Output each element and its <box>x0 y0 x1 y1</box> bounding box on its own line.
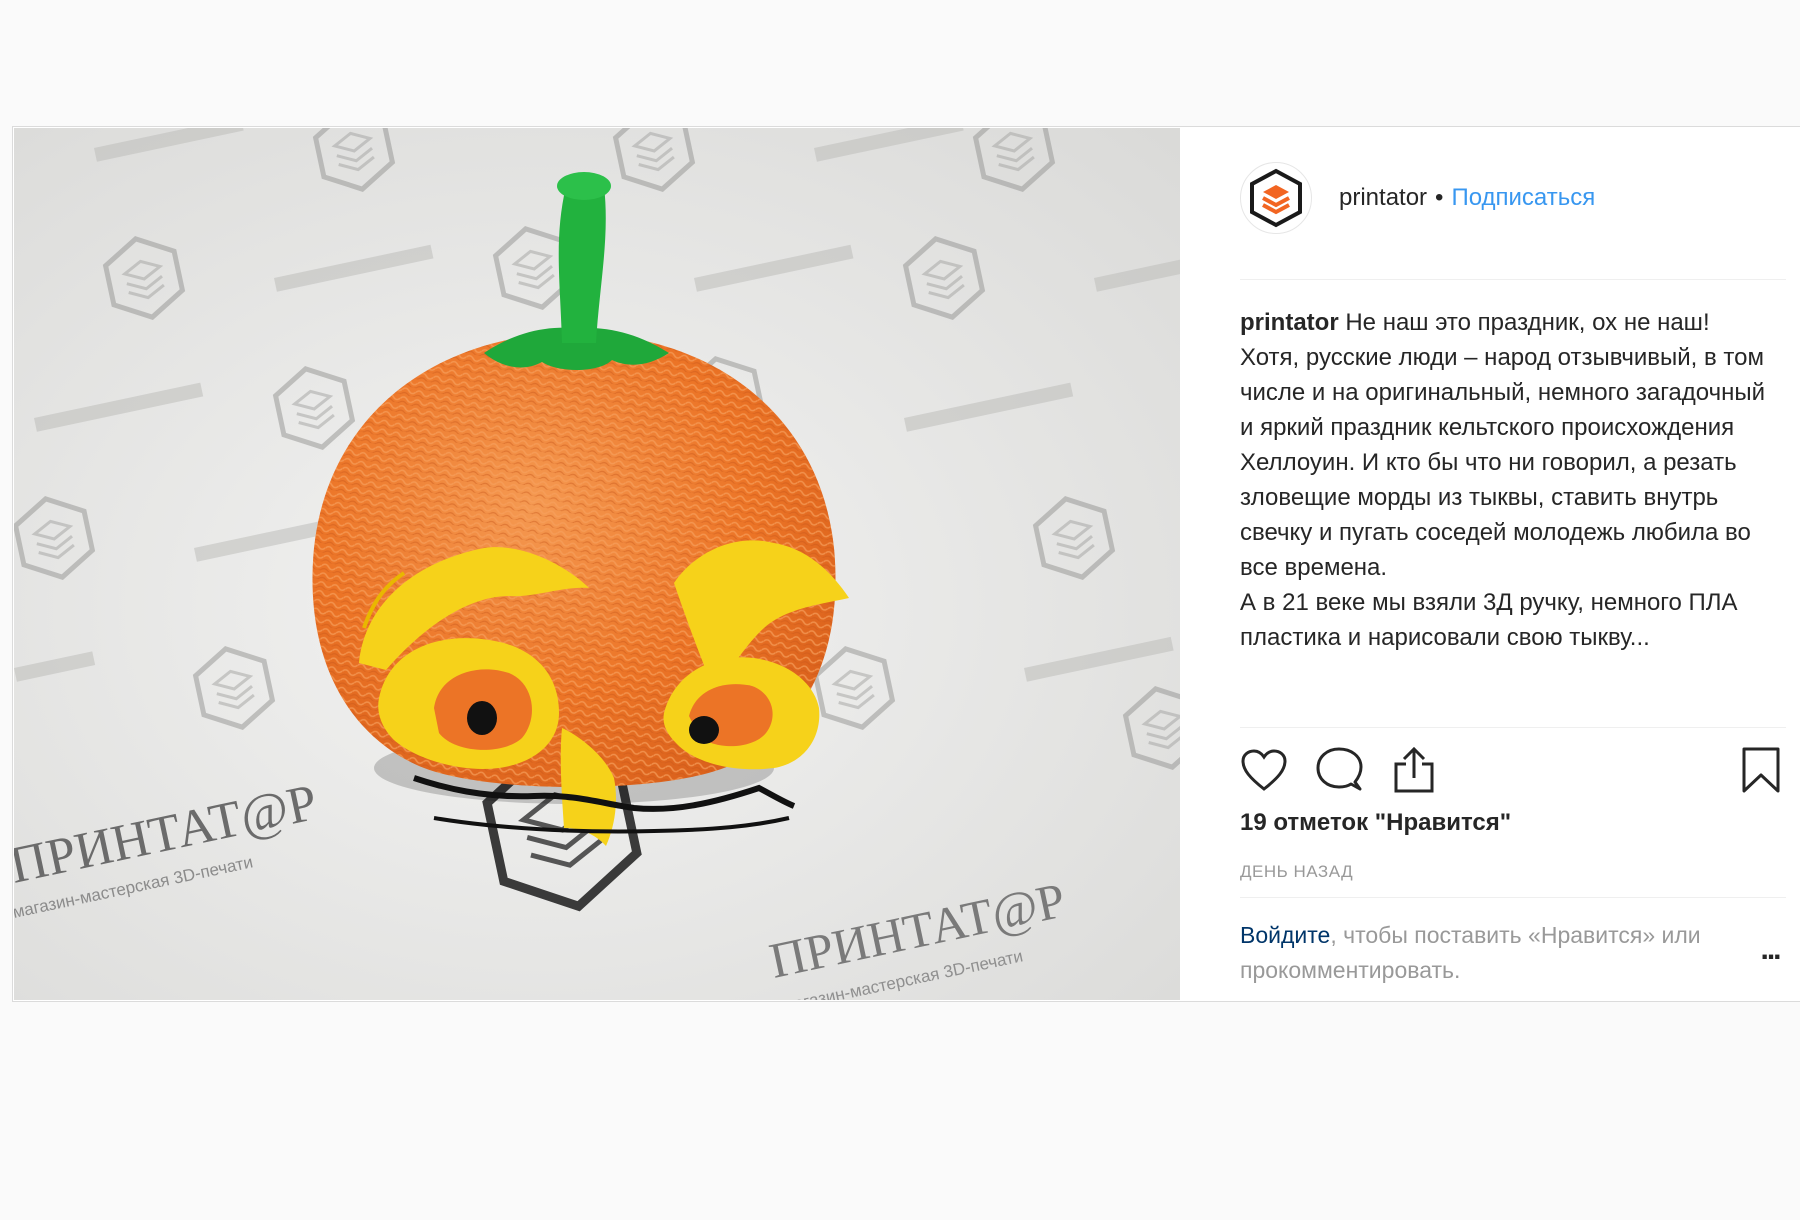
more-options-button[interactable]: ... <box>1750 933 1790 966</box>
comment-button[interactable] <box>1312 743 1366 797</box>
login-link[interactable]: Войдите <box>1240 922 1330 948</box>
caption-divider <box>1240 727 1786 728</box>
caption-text: Не наш это праздник, ох не наш! Хотя, ру… <box>1240 309 1765 651</box>
post-header: printator • Подписаться <box>1240 161 1595 235</box>
post-side-panel: printator • Подписаться printator Не наш… <box>1181 127 1800 1001</box>
follow-button[interactable]: Подписаться <box>1451 184 1595 212</box>
share-upload-icon <box>1394 746 1434 793</box>
share-button[interactable] <box>1387 743 1441 797</box>
comment-bubble-icon <box>1316 747 1363 791</box>
caption-author[interactable]: printator <box>1240 309 1339 336</box>
header-separator: • <box>1435 184 1444 211</box>
post-timestamp[interactable]: ДЕНЬ НАЗАД <box>1240 862 1353 882</box>
save-button[interactable] <box>1734 743 1788 797</box>
post-photo[interactable]: ПРИНТАТ@Р магазин-мастерская 3D-печати П… <box>14 128 1180 1000</box>
header-divider <box>1240 279 1786 280</box>
pumpkin-photo: ПРИНТАТ@Р магазин-мастерская 3D-печати П… <box>14 128 1180 1000</box>
login-prompt: Войдите, чтобы поставить «Нравится» или … <box>1240 918 1740 988</box>
avatar[interactable] <box>1240 162 1312 234</box>
likes-count[interactable]: 19 отметок "Нравится" <box>1240 809 1511 837</box>
like-button[interactable] <box>1237 743 1291 797</box>
footer-divider <box>1240 897 1786 898</box>
action-bar <box>1237 743 1788 797</box>
heart-icon <box>1241 749 1287 791</box>
bookmark-icon <box>1742 747 1780 793</box>
post-username[interactable]: printator <box>1339 184 1427 212</box>
printator-logo-icon <box>1250 168 1302 228</box>
post-caption: printator Не наш это праздник, ох не наш… <box>1240 305 1774 725</box>
instagram-post: ПРИНТАТ@Р магазин-мастерская 3D-печати П… <box>12 126 1800 1002</box>
